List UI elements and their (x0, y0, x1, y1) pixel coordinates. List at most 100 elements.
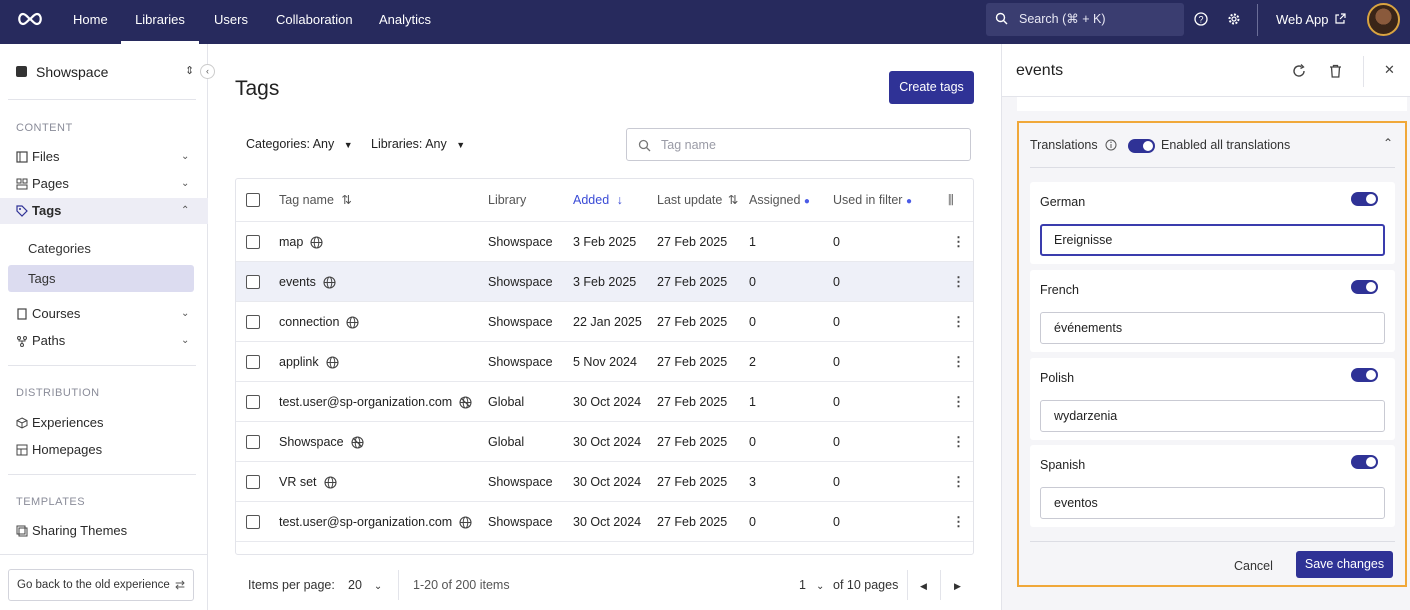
save-changes-button[interactable]: Save changes (1296, 551, 1393, 578)
added-cell: 30 Oct 2024 (573, 475, 642, 489)
logo-icon[interactable] (16, 10, 44, 28)
sidebar-subitem-tags[interactable]: Tags (8, 265, 194, 292)
row-checkbox[interactable] (246, 435, 260, 449)
language-toggle[interactable] (1351, 192, 1378, 206)
sidebar-item-courses[interactable]: Courses ⌄ (0, 301, 208, 327)
close-icon[interactable]: ✕ (1384, 62, 1395, 78)
table-row[interactable]: Showspace Global 30 Oct 2024 27 Feb 2025 0 0 ⋮ (236, 421, 973, 462)
nav-collaboration[interactable]: Collaboration (276, 0, 353, 44)
column-used-in-filter[interactable]: Used in filter ● (833, 179, 912, 221)
select-all-checkbox[interactable] (246, 193, 260, 207)
table-row[interactable]: VR set Showspace 30 Oct 2024 27 Feb 2025 3 0 ⋮ (236, 461, 973, 502)
row-more-menu-icon[interactable]: ⋮ (952, 302, 965, 342)
nav-libraries[interactable]: Libraries (121, 0, 199, 44)
table-row[interactable]: test.user@sp-organization.com Showspace 30… (236, 501, 973, 542)
tag-name-search-input[interactable]: Tag name (626, 128, 971, 161)
divider (1030, 167, 1395, 168)
sidebar-item-experiences[interactable]: Experiences (0, 410, 208, 436)
row-more-menu-icon[interactable]: ⋮ (952, 262, 965, 302)
translation-input[interactable]: wydarzenia (1040, 400, 1385, 432)
tag-name: Showspace (279, 435, 344, 449)
row-checkbox[interactable] (246, 355, 260, 369)
prev-page-button[interactable]: ◀ (920, 581, 927, 592)
web-app-link[interactable]: Web App (1276, 0, 1329, 40)
column-last-update[interactable]: Last update ⇅ (657, 179, 738, 221)
sidebar-item-paths[interactable]: Paths ⌄ (0, 328, 208, 354)
column-added[interactable]: Added ↓ (573, 179, 623, 221)
row-more-menu-icon[interactable]: ⋮ (952, 222, 965, 262)
gear-icon[interactable] (1227, 12, 1241, 26)
sidebar-item-homepages[interactable]: Homepages (0, 437, 208, 463)
added-cell: 30 Oct 2024 (573, 395, 642, 409)
column-settings-icon[interactable]: ⫼ (948, 179, 954, 221)
sidebar-subitem-categories[interactable]: Categories (28, 241, 91, 256)
row-checkbox[interactable] (246, 475, 260, 489)
info-icon[interactable] (1105, 139, 1117, 151)
table-row-partial (236, 541, 973, 554)
refresh-icon[interactable] (1292, 64, 1306, 78)
row-more-menu-icon[interactable]: ⋮ (952, 502, 965, 542)
chevron-up-icon[interactable]: ⌃ (1383, 136, 1393, 150)
sidebar-item-pages[interactable]: Pages ⌄ (0, 171, 208, 197)
tag-name: test.user@sp-organization.com (279, 515, 453, 529)
trash-icon[interactable] (1329, 64, 1342, 78)
row-checkbox[interactable] (246, 395, 260, 409)
collapse-sidebar-icon[interactable]: ‹ (200, 64, 215, 79)
tag-icon (16, 205, 28, 217)
row-more-menu-icon[interactable]: ⋮ (952, 382, 965, 422)
language-toggle[interactable] (1351, 280, 1378, 294)
next-page-button[interactable]: ▶ (954, 581, 961, 592)
row-checkbox[interactable] (246, 275, 260, 289)
avatar[interactable] (1367, 3, 1400, 36)
row-checkbox[interactable] (246, 235, 260, 249)
sidebar-item-label: Tags (32, 203, 62, 218)
row-more-menu-icon[interactable]: ⋮ (952, 342, 965, 382)
table-row[interactable]: applink Showspace 5 Nov 2024 27 Feb 2025 2 0 ⋮ (236, 341, 973, 382)
row-more-menu-icon[interactable]: ⋮ (952, 422, 965, 462)
column-library[interactable]: Library (488, 179, 526, 221)
global-search[interactable]: Search (⌘ + K) (986, 3, 1184, 36)
language-toggle[interactable] (1351, 368, 1378, 382)
column-assigned[interactable]: Assigned ● (749, 179, 810, 221)
workspace-switcher-icon[interactable]: ⇕ (185, 64, 194, 77)
sidebar-item-label: Courses (32, 306, 81, 321)
table-row[interactable]: map Showspace 3 Feb 2025 27 Feb 2025 1 0 ⋮ (236, 221, 973, 262)
updated-cell: 27 Feb 2025 (657, 515, 728, 529)
nav-analytics[interactable]: Analytics (379, 0, 431, 44)
row-more-menu-icon[interactable]: ⋮ (952, 462, 965, 502)
translation-input[interactable]: Ereignisse (1040, 224, 1385, 256)
table-row[interactable]: connection Showspace 22 Jan 2025 27 Feb 202… (236, 301, 973, 342)
table-row[interactable]: test.user@sp-organization.com Global 30 Oc… (236, 381, 973, 422)
go-back-old-experience-button[interactable]: Go back to the old experience ⇄ (8, 569, 194, 601)
sidebar-item-tags[interactable]: Tags ⌃ (0, 198, 208, 224)
cancel-button[interactable]: Cancel (1234, 559, 1273, 573)
tag-name-cell: test.user@sp-organization.com (279, 382, 472, 422)
table-row[interactable]: events Showspace 3 Feb 2025 27 Feb 2025 0 0 ⋮ (236, 261, 973, 302)
updated-cell: 27 Feb 2025 (657, 355, 728, 369)
categories-filter[interactable]: Categories: Any ▼ (246, 137, 353, 151)
translation-input[interactable]: événements (1040, 312, 1385, 344)
sidebar-item-label: Pages (32, 176, 69, 191)
nav-home[interactable]: Home (73, 0, 108, 44)
workspace-name[interactable]: Showspace (36, 64, 108, 80)
column-tag-name[interactable]: Tag name ⇅ (279, 179, 352, 221)
items-per-page-select[interactable]: 20 ⌄ (348, 578, 382, 592)
sidebar-item-files[interactable]: Files ⌄ (0, 144, 208, 170)
row-checkbox[interactable] (246, 515, 260, 529)
tag-name: connection (279, 315, 340, 329)
translation-input[interactable]: eventos (1040, 487, 1385, 519)
items-range: 1-20 of 200 items (413, 578, 510, 592)
assigned-cell: 0 (749, 515, 756, 529)
libraries-filter[interactable]: Libraries: Any ▼ (371, 137, 465, 151)
row-checkbox[interactable] (246, 315, 260, 329)
sidebar-item-sharing-themes[interactable]: Sharing Themes (0, 518, 208, 544)
help-icon[interactable]: ? (1194, 12, 1208, 26)
create-tags-button[interactable]: Create tags (889, 71, 974, 104)
nav-users[interactable]: Users (214, 0, 248, 44)
sharing-themes-icon (16, 525, 28, 537)
language-label: Polish (1040, 371, 1075, 385)
paths-icon (16, 335, 28, 347)
page-select[interactable]: 1 ⌄ (799, 578, 824, 592)
language-toggle[interactable] (1351, 455, 1378, 469)
enable-all-translations-toggle[interactable] (1128, 139, 1155, 153)
